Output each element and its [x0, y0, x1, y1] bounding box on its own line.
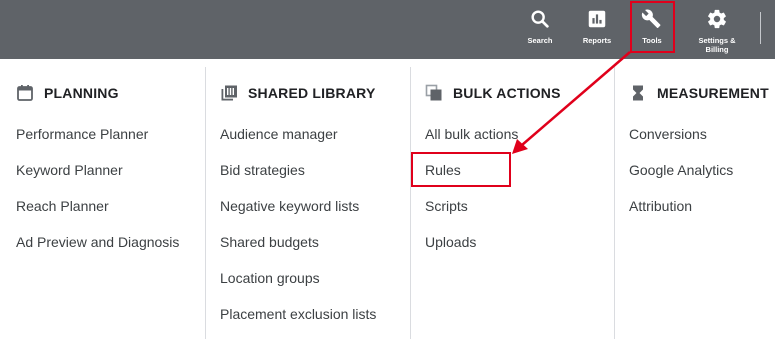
shared-library-menu: Audience manager Bid strategies Negative… [220, 125, 376, 339]
menu-item-google-analytics[interactable]: Google Analytics [629, 161, 733, 197]
calendar-icon [16, 84, 34, 102]
measurement-menu: Conversions Google Analytics Attribution [629, 125, 733, 233]
reports-icon [586, 8, 608, 30]
planning-header: PLANNING [16, 83, 119, 103]
shared-library-header: SHARED LIBRARY [220, 83, 376, 103]
menu-item-scripts[interactable]: Scripts [425, 197, 518, 233]
bulk-actions-title: BULK ACTIONS [453, 85, 561, 101]
menu-item-all-bulk-actions[interactable]: All bulk actions [425, 125, 518, 161]
shared-library-column: SHARED LIBRARY Audience manager Bid stra… [205, 67, 410, 339]
search-icon [529, 8, 551, 30]
top-toolbar: Search Reports Tools Settings & Billing [0, 0, 775, 59]
search-button[interactable]: Search [520, 0, 560, 59]
measurement-column: MEASUREMENT Conversions Google Analytics… [614, 67, 775, 339]
bulk-actions-menu: All bulk actions Rules Scripts Uploads [425, 125, 518, 269]
wrench-icon [641, 8, 663, 30]
menu-item-keyword-planner[interactable]: Keyword Planner [16, 161, 179, 197]
menu-item-conversions[interactable]: Conversions [629, 125, 733, 161]
reports-label: Reports [582, 36, 612, 45]
tools-label: Tools [642, 36, 662, 45]
measurement-title: MEASUREMENT [657, 85, 769, 101]
measurement-header: MEASUREMENT [629, 83, 769, 103]
menu-item-shared-budgets[interactable]: Shared budgets [220, 233, 376, 269]
settings-billing-button[interactable]: Settings & Billing [690, 0, 744, 59]
settings-billing-label: Settings & Billing [698, 36, 736, 54]
shared-library-title: SHARED LIBRARY [248, 85, 376, 101]
menu-item-ad-preview[interactable]: Ad Preview and Diagnosis [16, 233, 179, 269]
copy-icon [425, 84, 443, 102]
planning-column: PLANNING Performance Planner Keyword Pla… [0, 67, 205, 339]
menu-item-attribution[interactable]: Attribution [629, 197, 733, 233]
menu-item-bid-strategies[interactable]: Bid strategies [220, 161, 376, 197]
gear-icon [706, 8, 728, 30]
planning-menu: Performance Planner Keyword Planner Reac… [16, 125, 179, 269]
bulk-actions-header: BULK ACTIONS [425, 83, 561, 103]
menu-item-performance-planner[interactable]: Performance Planner [16, 125, 179, 161]
menu-item-reach-planner[interactable]: Reach Planner [16, 197, 179, 233]
hourglass-icon [629, 84, 647, 102]
planning-title: PLANNING [44, 85, 119, 101]
reports-button[interactable]: Reports [576, 0, 618, 59]
menu-item-negative-keyword-lists[interactable]: Negative keyword lists [220, 197, 376, 233]
menu-item-location-groups[interactable]: Location groups [220, 269, 376, 305]
menu-item-uploads[interactable]: Uploads [425, 233, 518, 269]
menu-item-placement-exclusion-lists[interactable]: Placement exclusion lists [220, 305, 376, 339]
search-label: Search [527, 36, 553, 45]
library-icon [220, 84, 238, 102]
menu-item-rules[interactable]: Rules [425, 161, 518, 197]
menu-item-audience-manager[interactable]: Audience manager [220, 125, 376, 161]
toolbar-divider [760, 12, 761, 44]
bulk-actions-column: BULK ACTIONS All bulk actions Rules Scri… [410, 67, 615, 339]
tools-button[interactable]: Tools [632, 0, 672, 59]
